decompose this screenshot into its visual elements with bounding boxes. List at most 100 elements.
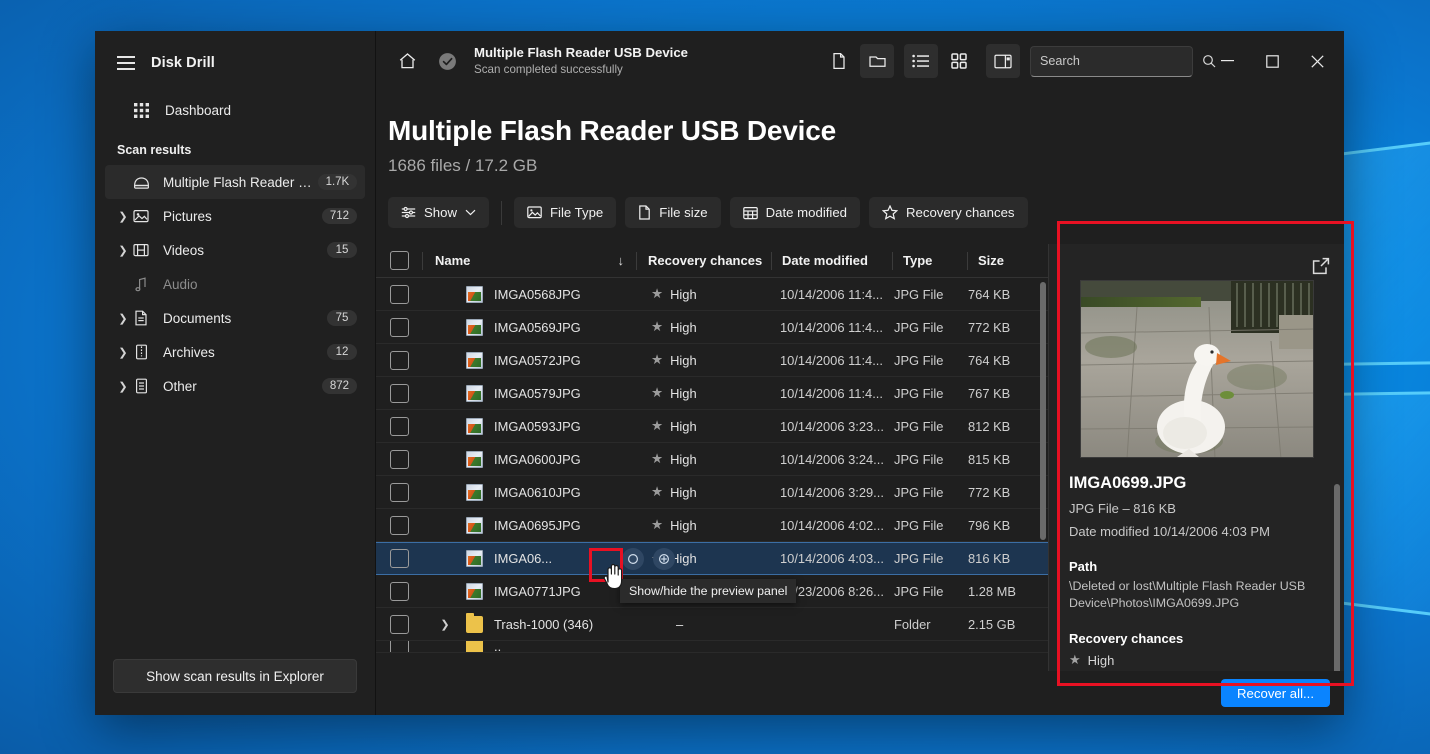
row-checkbox[interactable] [389, 383, 409, 403]
row-checkbox[interactable] [389, 317, 409, 337]
column-header-type[interactable]: Type [893, 253, 967, 268]
folder-icon[interactable] [860, 44, 894, 78]
chevron-right-icon[interactable]: ❯ [115, 346, 131, 359]
sidebar-item-pictures[interactable]: ❯ Pictures 712 [105, 199, 365, 233]
row-checkbox[interactable] [389, 449, 409, 469]
row-checkbox[interactable] [389, 416, 409, 436]
sliders-icon [401, 206, 416, 219]
table-row[interactable]: IMGA0569JPG ★ High 10/14/2006 11:4... JPG… [376, 311, 1048, 344]
open-external-icon[interactable] [1312, 257, 1330, 280]
preview-path-value: \Deleted or lost\Multiple Flash Reader U… [1069, 579, 1306, 610]
goose-photo [1080, 281, 1313, 457]
home-icon[interactable] [390, 44, 424, 78]
chevron-right-icon[interactable]: ❯ [424, 618, 466, 631]
maximize-icon[interactable] [1250, 41, 1295, 81]
more-circle-icon[interactable] [653, 547, 675, 570]
preview-panel-icon[interactable] [986, 44, 1020, 78]
sidebar-item-audio[interactable]: Audio [105, 267, 365, 301]
row-checkbox[interactable] [389, 515, 409, 535]
row-name-cell: IMGA0600JPG [422, 450, 640, 468]
table-row[interactable]: IMGA0695JPG ★ High 10/14/2006 4:02... JPG… [376, 509, 1048, 542]
chevron-right-icon[interactable]: ❯ [115, 210, 131, 223]
file-table: Name ↓ Recovery chances Date modified Ty… [376, 244, 1048, 715]
column-header-label: Size [978, 253, 1005, 268]
search-box[interactable] [1030, 45, 1216, 77]
minimize-icon[interactable] [1205, 41, 1250, 81]
row-checkbox[interactable] [389, 641, 409, 652]
table-row[interactable]: IMGA0593JPG ★ High 10/14/2006 3:23... JPG… [376, 410, 1048, 443]
sidebar-item-other[interactable]: ❯ Other 872 [105, 369, 365, 403]
chevron-right-icon[interactable]: ❯ [115, 244, 131, 257]
preview-toggle-icon[interactable] [622, 547, 644, 570]
row-select-cell [376, 515, 422, 535]
table-row[interactable]: IMGA0572JPG ★ High 10/14/2006 11:4... JPG… [376, 344, 1048, 377]
row-size-cell: 1.28 MB [968, 583, 1017, 599]
select-all-checkbox[interactable] [389, 251, 409, 270]
folder-icon [466, 641, 483, 652]
search-input[interactable] [1040, 54, 1202, 68]
column-header-name[interactable]: Name ↓ [423, 253, 636, 268]
recover-all-button[interactable]: Recover all... [1221, 679, 1330, 707]
column-header-recovery[interactable]: Recovery chances [637, 253, 771, 268]
table-row[interactable]: IMGA0568JPG ★ High 10/14/2006 11:4... JPG… [376, 278, 1048, 311]
chevron-right-icon[interactable]: ❯ [115, 380, 131, 393]
list-view-icon[interactable] [904, 44, 938, 78]
table-row-partial[interactable]: .. [376, 641, 1048, 653]
file-icon[interactable] [822, 44, 856, 78]
row-checkbox[interactable] [389, 350, 409, 370]
table-row[interactable]: IMGA0610JPG ★ High 10/14/2006 3:29... JPG… [376, 476, 1048, 509]
jpg-file-icon [466, 483, 483, 501]
filter-chip-date-modified[interactable]: Date modified [729, 197, 861, 228]
show-filter-button[interactable]: Show [388, 197, 489, 228]
table-row-selected[interactable]: IMGA06... ★High 10/14/2006 4:03... JPG [376, 542, 1048, 575]
table-row[interactable]: IMGA0600JPG ★ High 10/14/2006 3:24... JPG… [376, 443, 1048, 476]
row-size-cell: 772 KB [968, 484, 1011, 500]
sort-down-arrow[interactable]: ↓ [618, 253, 625, 268]
chevron-down-icon[interactable] [465, 209, 476, 216]
row-type-cell: JPG File [894, 517, 944, 533]
scan-status: Multiple Flash Reader USB Device Scan co… [474, 44, 688, 77]
filter-chip-file-size[interactable]: File size [625, 197, 721, 228]
star-icon: ★ [651, 286, 664, 302]
hamburger-icon[interactable] [117, 56, 135, 70]
filter-chip-file-type[interactable]: File Type [514, 197, 617, 228]
grid-view-icon[interactable] [942, 44, 976, 78]
tooltip: Show/hide the preview panel [620, 579, 797, 603]
file-list-scrollbar[interactable] [1040, 282, 1046, 540]
row-checkbox[interactable] [389, 482, 409, 502]
close-icon[interactable] [1295, 41, 1340, 81]
sidebar-item-label: Multiple Flash Reader U... [163, 174, 318, 190]
image-icon [527, 206, 542, 219]
row-select-cell [376, 350, 422, 370]
sidebar-item-multiple-flash-reader[interactable]: Multiple Flash Reader U... 1.7K [105, 165, 365, 199]
row-size-cell: 815 KB [968, 451, 1011, 467]
table-row[interactable]: IMGA0579JPG ★ High 10/14/2006 11:4... JPG… [376, 377, 1048, 410]
sidebar-item-videos[interactable]: ❯ Videos 15 [105, 233, 365, 267]
star-icon: ★ [651, 352, 664, 368]
table-row-folder[interactable]: ❯ Trash-1000 (346) – Folder 2.15 GB [376, 608, 1048, 641]
row-recovery-value: High [670, 385, 697, 401]
chevron-right-icon[interactable]: ❯ [115, 312, 131, 325]
filter-chip-recovery-chances[interactable]: Recovery chances [869, 197, 1028, 228]
sidebar-item-documents[interactable]: ❯ Documents 75 [105, 301, 365, 335]
scan-status-title: Multiple Flash Reader USB Device [474, 45, 688, 61]
preview-scrollbar[interactable] [1334, 484, 1340, 678]
row-checkbox[interactable] [389, 284, 409, 304]
row-name-cell: IMGA0572JPG [422, 351, 640, 369]
sidebar-item-label: Videos [163, 242, 205, 258]
column-header-date[interactable]: Date modified [772, 253, 892, 268]
row-checkbox[interactable] [389, 614, 409, 634]
preview-thumbnail[interactable] [1079, 280, 1314, 458]
row-type-cell: Folder [894, 616, 931, 632]
column-header-size[interactable]: Size [968, 253, 1048, 268]
preview-details: IMGA0699.JPG JPG File – 816 KB Date modi… [1049, 458, 1344, 668]
column-header-label: Type [903, 253, 933, 268]
sidebar-item-archives[interactable]: ❯ Archives 12 [105, 335, 365, 369]
row-checkbox[interactable] [389, 581, 409, 601]
show-scan-results-in-explorer-button[interactable]: Show scan results in Explorer [113, 659, 357, 693]
row-checkbox[interactable] [389, 549, 409, 568]
row-recovery-value: High [670, 286, 697, 302]
sidebar-item-dashboard[interactable]: Dashboard [105, 93, 365, 127]
row-name-cell: IMGA0695JPG [422, 516, 640, 534]
music-note-icon [131, 276, 151, 292]
